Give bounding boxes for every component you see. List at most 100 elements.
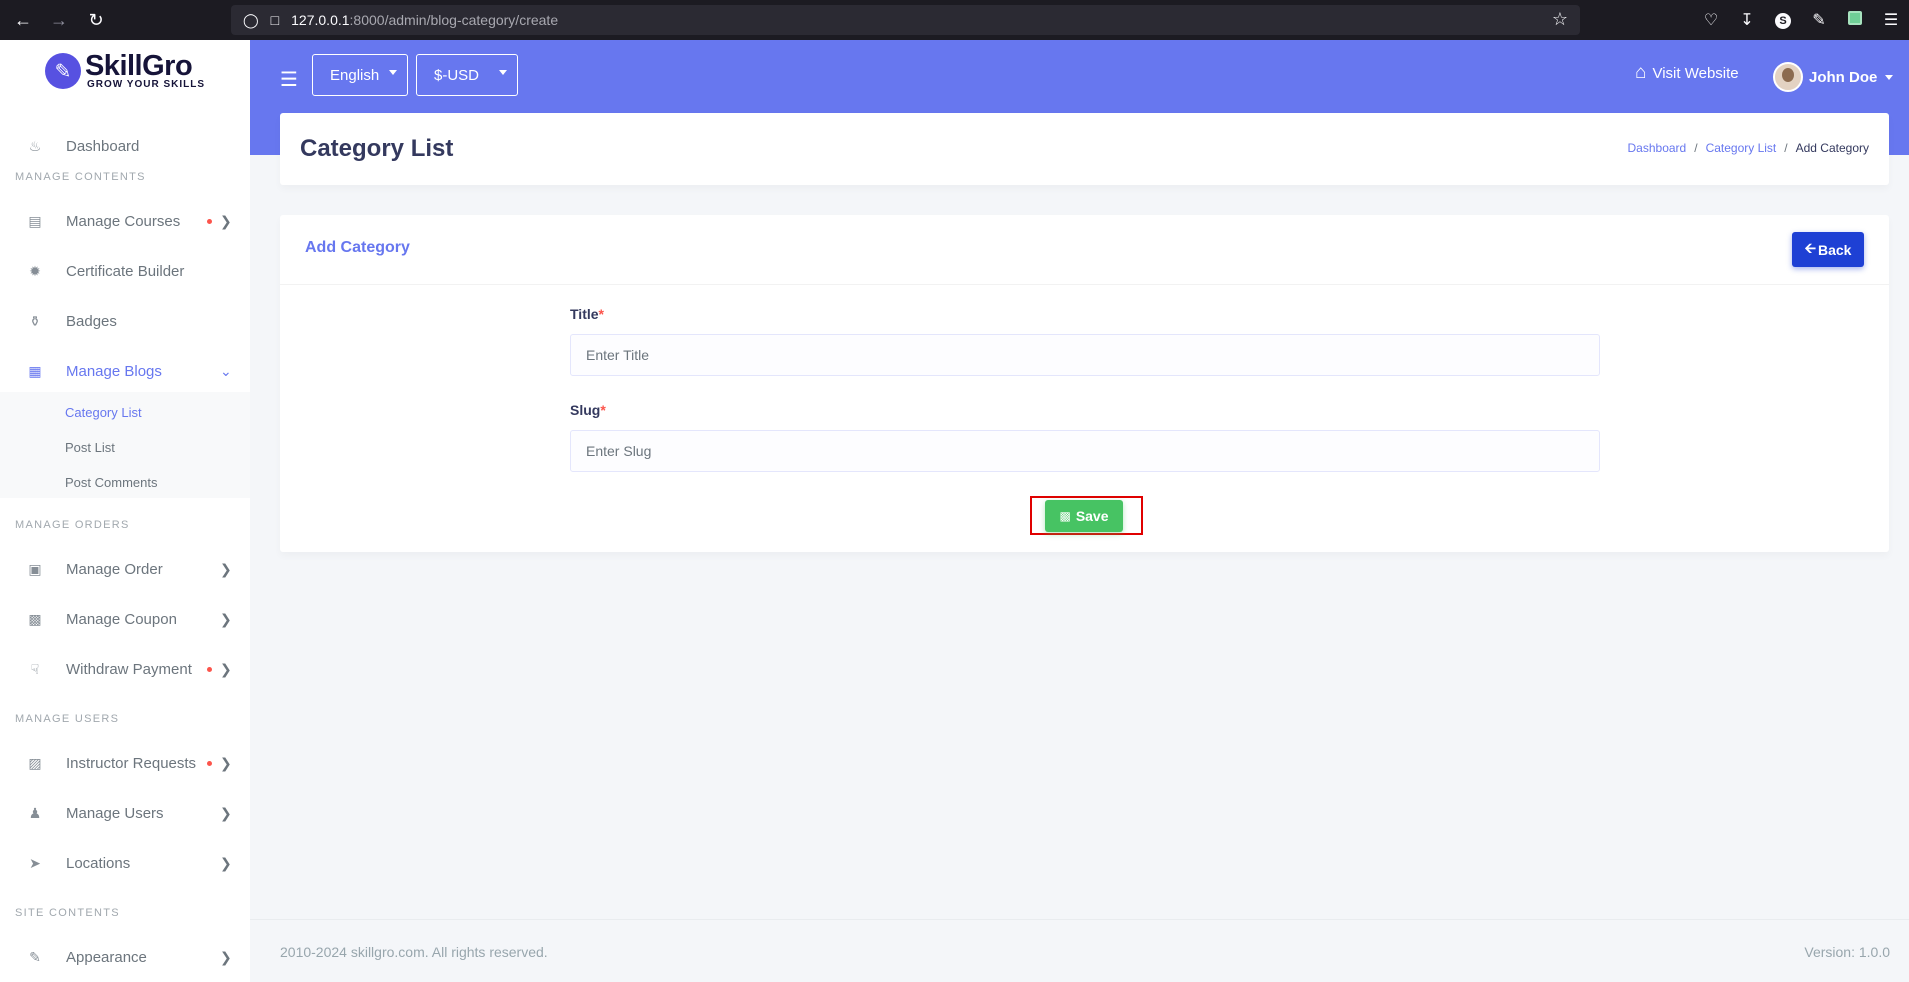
- profile-icon[interactable]: S: [1765, 11, 1801, 29]
- chevron-right-icon: ❯: [220, 854, 232, 871]
- required-mark: *: [598, 306, 604, 322]
- pocket-icon[interactable]: ♡: [1693, 10, 1729, 30]
- forward-arrow-icon[interactable]: →: [41, 0, 77, 40]
- blog-submenu: Category List Post List Post Comments: [0, 392, 250, 498]
- brand-logo[interactable]: ✎ SkillGro GROW YOUR SKILLS: [0, 40, 250, 100]
- card-title: Add Category: [305, 239, 410, 256]
- address-bar[interactable]: ◯ □ 127.0.0.1:8000/admin/blog-category/c…: [231, 5, 1580, 35]
- sidebar-item-label: Withdraw Payment: [66, 660, 192, 678]
- visit-website-link[interactable]: ⌂ Visit Website: [1635, 62, 1739, 84]
- chevron-right-icon: ❯: [220, 948, 232, 965]
- menu-icon[interactable]: ☰: [1873, 10, 1909, 30]
- sidebar-subitem-post-list[interactable]: Post List: [65, 440, 115, 455]
- sidebar-item-badges[interactable]: ⚱ Badges: [0, 298, 250, 344]
- chevron-right-icon: ❯: [220, 804, 232, 821]
- sidebar-item-label: Locations: [66, 854, 131, 872]
- menu-header-contents: MANAGE CONTENTS: [15, 171, 146, 183]
- fire-icon: ♨: [28, 137, 42, 154]
- slug-label-text: Slug: [570, 402, 601, 418]
- sidebar-item-withdraw-payment[interactable]: ☟ Withdraw Payment ❯: [0, 646, 250, 692]
- url-text: 127.0.0.1:8000/admin/blog-category/creat…: [291, 12, 558, 28]
- shield-icon: ◯: [243, 11, 259, 28]
- users-icon: ♟: [28, 804, 42, 821]
- add-category-card: Add Category 🡨 Back Title* Slug* ▩ Save: [280, 215, 1889, 552]
- user-name: John Doe: [1809, 68, 1878, 86]
- brand-tagline: GROW YOUR SKILLS: [86, 79, 206, 90]
- arrow-left-icon: 🡨: [1804, 239, 1816, 256]
- award-icon: ⚱: [29, 312, 41, 329]
- chalkboard-teacher-icon: ▨: [28, 754, 42, 771]
- slug-input[interactable]: [570, 430, 1600, 472]
- chevron-right-icon: ❯: [220, 560, 232, 577]
- currency-select-value: $-USD: [434, 66, 480, 84]
- sidebar-item-label: Appearance: [66, 948, 147, 966]
- sidebar-item-manage-blogs[interactable]: ▦ Manage Blogs ⌄: [0, 348, 250, 394]
- sidebar-item-label: Manage Courses: [66, 212, 181, 230]
- sidebar-item-dashboard[interactable]: ♨ Dashboard: [0, 123, 250, 169]
- sidebar-item-label: Certificate Builder: [66, 262, 185, 280]
- required-mark: *: [600, 402, 606, 418]
- slug-label: Slug*: [570, 402, 606, 418]
- shopping-bag-icon: ▣: [28, 560, 42, 577]
- extensions-icon[interactable]: ✎: [1801, 10, 1837, 30]
- save-button[interactable]: ▩ Save: [1045, 500, 1123, 532]
- caret-down-icon: [1885, 74, 1894, 80]
- paint-brush-icon: ✎: [29, 948, 41, 965]
- graduation-cap-icon: ▤: [28, 212, 42, 229]
- sidebar-item-manage-coupon[interactable]: ▩ Manage Coupon ❯: [0, 596, 250, 642]
- money-bill-icon: ▩: [28, 610, 42, 627]
- extension-green-icon[interactable]: [1837, 10, 1873, 30]
- caret-down-icon: [499, 70, 507, 75]
- chevron-right-icon: ❯: [220, 610, 232, 627]
- sidebar-item-instructor-requests[interactable]: ▨ Instructor Requests ❯: [0, 740, 250, 786]
- bookmark-star-icon[interactable]: ☆: [1552, 9, 1568, 30]
- sidebar-item-label: Badges: [66, 312, 117, 330]
- notification-dot: [207, 760, 212, 766]
- hand-holding-usd-icon: ☟: [30, 660, 40, 677]
- page-title: Category List: [300, 135, 454, 162]
- sidebar: ✎ SkillGro GROW YOUR SKILLS ♨ Dashboard …: [0, 40, 250, 982]
- sidebar-item-manage-users[interactable]: ♟ Manage Users ❯: [0, 790, 250, 836]
- back-arrow-icon[interactable]: ←: [5, 0, 41, 40]
- save-button-label: Save: [1075, 508, 1109, 524]
- title-label-text: Title: [570, 306, 599, 322]
- browser-toolbar: ← → ↻ ◯ □ 127.0.0.1:8000/admin/blog-cate…: [0, 0, 1909, 40]
- sidebar-item-appearance[interactable]: ✎ Appearance ❯: [0, 934, 250, 980]
- sidebar-subitem-post-comments[interactable]: Post Comments: [65, 475, 157, 490]
- breadcrumb: Dashboard / Category List / Add Category: [1628, 141, 1870, 155]
- back-button-label: Back: [1817, 241, 1852, 258]
- breadcrumb-category-list[interactable]: Category List: [1706, 141, 1777, 155]
- certificate-icon: ✹: [29, 262, 41, 279]
- sidebar-item-locations[interactable]: ➤ Locations ❯: [0, 840, 250, 886]
- language-select[interactable]: English: [312, 54, 408, 96]
- user-dropdown[interactable]: John Doe: [1773, 62, 1894, 92]
- menu-header-orders: MANAGE ORDERS: [15, 519, 130, 531]
- currency-select[interactable]: $-USD: [416, 54, 518, 96]
- download-icon[interactable]: ↧: [1729, 10, 1765, 30]
- menu-header-site: SITE CONTENTS: [15, 907, 120, 919]
- reload-icon[interactable]: ↻: [78, 0, 114, 40]
- sidebar-item-label: Manage Users: [66, 804, 164, 822]
- chevron-right-icon: ❯: [220, 660, 232, 677]
- sidebar-item-manage-order[interactable]: ▣ Manage Order ❯: [0, 546, 250, 592]
- home-icon: ⌂: [1635, 62, 1647, 83]
- back-button[interactable]: 🡨 Back: [1792, 232, 1864, 267]
- notification-dot: [207, 666, 212, 672]
- language-select-value: English: [330, 66, 380, 84]
- breadcrumb-separator: /: [1784, 141, 1788, 155]
- sidebar-subitem-category-list[interactable]: Category List: [65, 405, 142, 420]
- sidebar-item-certificate-builder[interactable]: ✹ Certificate Builder: [0, 248, 250, 294]
- footer-version: Version: 1.0.0: [1804, 944, 1890, 960]
- sidebar-item-label: Manage Order: [66, 560, 163, 578]
- breadcrumb-dashboard[interactable]: Dashboard: [1628, 141, 1687, 155]
- title-input[interactable]: [570, 334, 1600, 376]
- caret-down-icon: [389, 70, 397, 75]
- sidebar-item-label: Manage Blogs: [66, 362, 162, 380]
- url-host: 127.0.0.1: [291, 12, 350, 28]
- menu-header-users: MANAGE USERS: [15, 713, 120, 725]
- sidebar-item-manage-courses[interactable]: ▤ Manage Courses ❯: [0, 198, 250, 244]
- logo-icon: ✎: [44, 53, 81, 89]
- sidebar-item-label: Dashboard: [66, 137, 140, 155]
- sidebar-toggle-icon[interactable]: ☰: [280, 67, 298, 92]
- notification-dot: [207, 218, 212, 224]
